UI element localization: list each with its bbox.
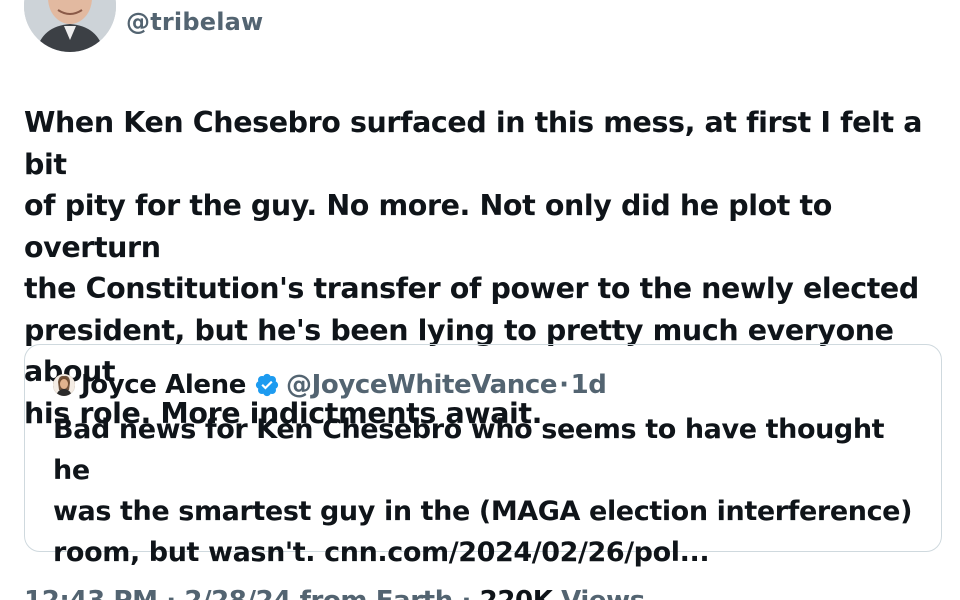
separator-dot: · bbox=[559, 370, 569, 400]
views-label: Views bbox=[561, 586, 645, 600]
views-count: 220K bbox=[480, 586, 553, 600]
quoted-avatar-photo bbox=[53, 374, 75, 396]
tweet-detail: @tribelaw When Ken Chesebro surfaced in … bbox=[0, 0, 960, 600]
tweet-meta: 12:43 PM · 2/28/24 from Earth · 220K Vie… bbox=[24, 586, 645, 600]
author-avatar[interactable] bbox=[24, 0, 116, 52]
tweet-timestamp[interactable]: 12:43 PM · 2/28/24 from Earth bbox=[24, 586, 453, 600]
author-handle[interactable]: @tribelaw bbox=[126, 8, 263, 36]
quoted-author-handle[interactable]: @JoyceWhiteVance bbox=[286, 370, 558, 400]
quoted-tweet-text: Bad news for Ken Chesebro who seems to h… bbox=[53, 414, 913, 568]
quoted-tweet-time[interactable]: 1d bbox=[571, 370, 607, 400]
verified-badge-icon bbox=[254, 372, 280, 398]
quoted-author-name[interactable]: Joyce Alene bbox=[81, 370, 246, 400]
avatar-photo bbox=[24, 0, 116, 52]
quoted-tweet-card[interactable]: Joyce Alene @JoyceWhiteVance · 1d Bad ne… bbox=[24, 344, 942, 568]
quoted-author-avatar[interactable] bbox=[53, 374, 75, 396]
quoted-tweet-header: Joyce Alene @JoyceWhiteVance · 1d bbox=[53, 369, 607, 401]
